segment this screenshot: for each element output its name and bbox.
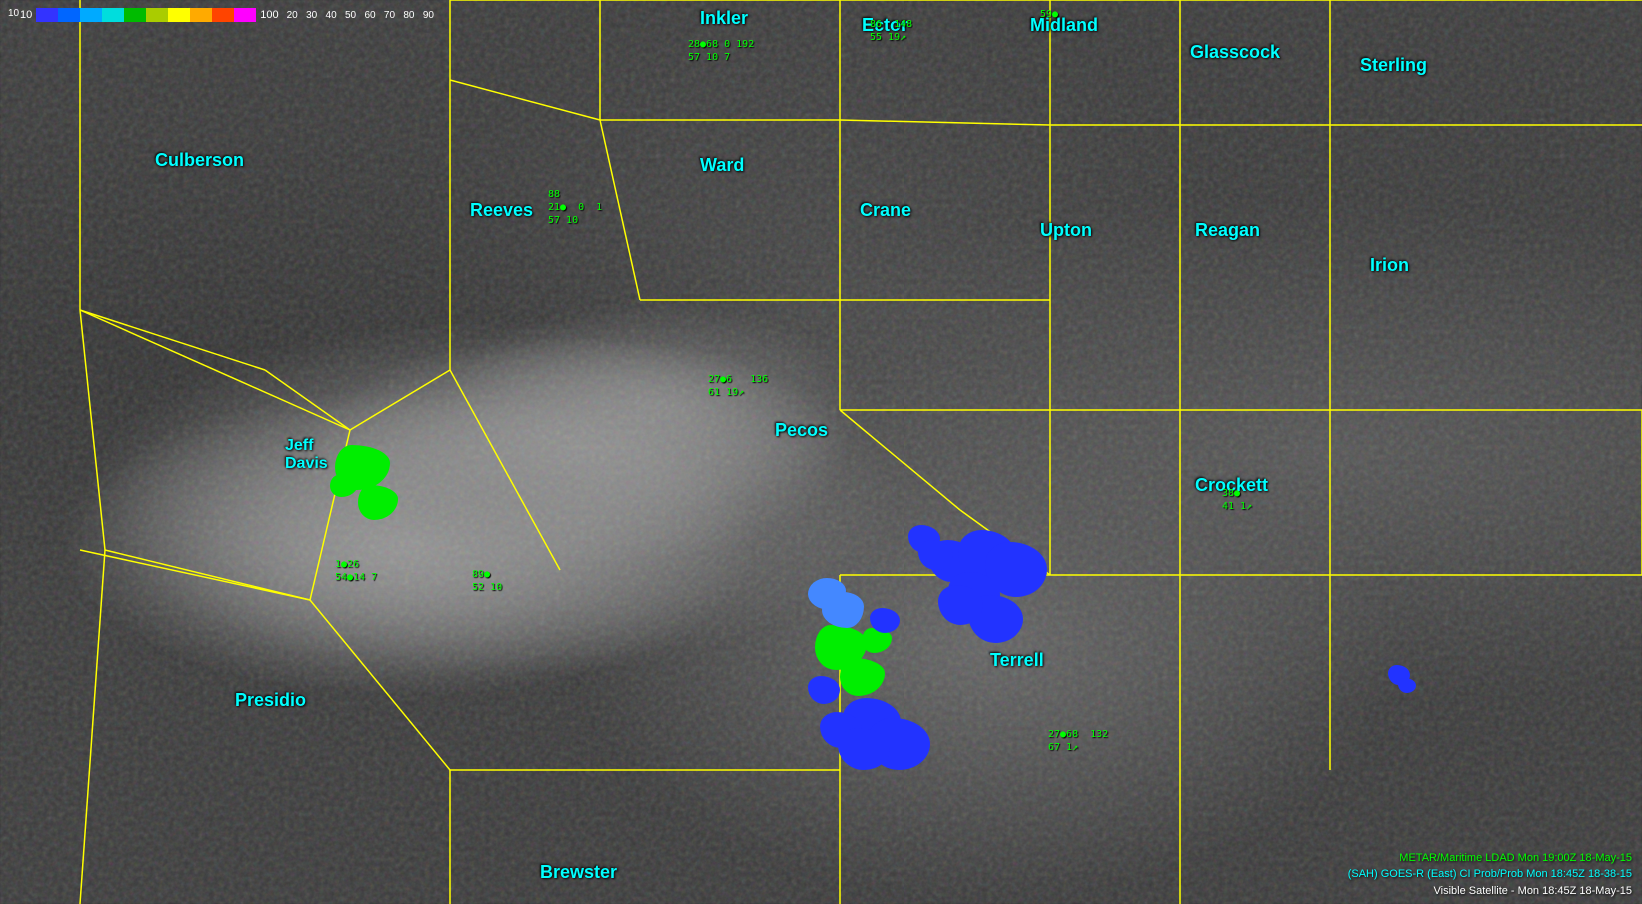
legend-color-10	[234, 8, 256, 22]
radar-blue-16	[1398, 678, 1416, 693]
legend-colorbar: 10 100 20 30 40 50 60 70 80 90	[20, 8, 434, 22]
station-jeff-davis-low: 1●2654●14 7	[335, 558, 377, 584]
county-borders	[0, 0, 1642, 904]
radar-blue-8	[918, 540, 953, 570]
radar-blue-13	[838, 728, 890, 770]
station-ward-top: 28●68 0 19257 10 7	[688, 38, 754, 64]
legend-min-label: 10	[8, 8, 19, 19]
radar-blue-9	[870, 608, 900, 633]
status-bar: METAR/Maritime LDAD Mon 19:00Z 18-May-15…	[1348, 850, 1632, 900]
legend-start: 10	[20, 9, 32, 21]
status-line-2: (SAH) GOES-R (East) CI Prob/Prob Mon 18:…	[1348, 866, 1632, 883]
legend-color-2	[58, 8, 80, 22]
station-midland-top: 59●	[1040, 8, 1058, 21]
legend-color-6	[146, 8, 168, 22]
legend-color-7	[168, 8, 190, 22]
station-terrell: 27●68 13267 1↗	[1048, 728, 1108, 754]
status-title: Visible Satellite - Mon 18:45Z 18-May-15	[1348, 883, 1632, 900]
status-line-1: METAR/Maritime LDAD Mon 19:00Z 18-May-15	[1348, 850, 1632, 867]
radar-blue-7	[938, 585, 983, 625]
legend-color-9	[212, 8, 234, 22]
station-pecos: 27●6 13661 19↗	[708, 373, 768, 399]
legend-color-1	[36, 8, 58, 22]
radar-blue-14	[808, 676, 840, 704]
legend-color-4	[102, 8, 124, 22]
map-container: 10 10 100 20 30 40 50 60 70 80 90 Culber…	[0, 0, 1642, 904]
legend-color-3	[80, 8, 102, 22]
legend-steps: 20 30 40 50 60 70 80 90	[287, 10, 434, 21]
station-reeves: 8821● 0 157 10	[548, 188, 602, 227]
station-ector: 86 14855 19↗	[870, 18, 912, 44]
station-crockett: 38●41 1↗	[1222, 487, 1252, 513]
legend-end: 100	[260, 9, 278, 21]
station-reeves-low: 89●52 10	[472, 568, 502, 594]
radar-lightblue-2	[822, 592, 864, 628]
legend-color-8	[190, 8, 212, 22]
legend-color-5	[124, 8, 146, 22]
